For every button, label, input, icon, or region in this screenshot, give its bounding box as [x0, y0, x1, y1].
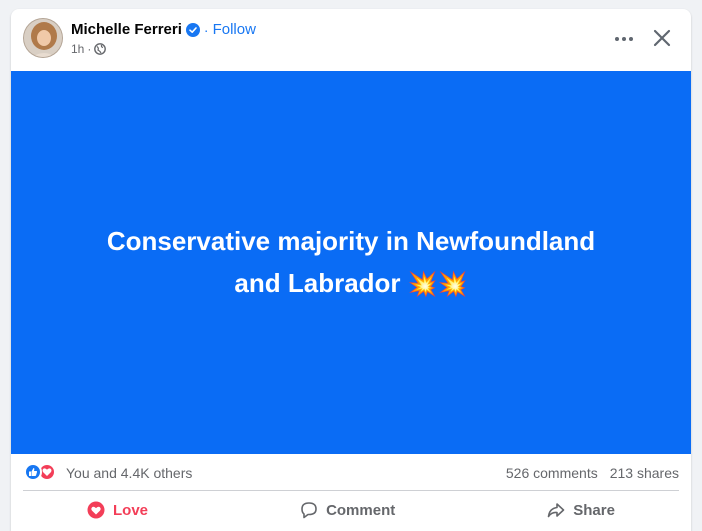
comments-count[interactable]: 526 comments: [506, 465, 598, 481]
avatar-image: [24, 19, 62, 57]
post-card: Michelle Ferreri · Follow 1h · Conservat…: [11, 9, 691, 531]
like-reaction-icon: [24, 463, 42, 481]
post-actions-bar: Love Comment Share: [11, 493, 691, 527]
reaction-summary-bar: You and 4.4K others 526 comments 213 sha…: [11, 454, 691, 490]
post-meta: 1h ·: [71, 42, 107, 56]
follow-separator: ·: [203, 21, 209, 38]
post-text-background[interactable]: Conservative majority in Newfoundland an…: [11, 71, 691, 454]
globe-icon[interactable]: [94, 43, 107, 55]
share-icon: [547, 503, 565, 518]
more-options-icon[interactable]: [609, 27, 639, 51]
share-button[interactable]: Share: [525, 495, 637, 525]
engagement-counts: 526 comments 213 shares: [506, 465, 679, 481]
follow-button[interactable]: Follow: [213, 21, 256, 38]
comment-label: Comment: [326, 501, 396, 519]
author-name[interactable]: Michelle Ferreri: [71, 21, 182, 38]
comment-icon: [301, 502, 317, 519]
love-label: Love: [113, 501, 149, 519]
close-icon[interactable]: [649, 25, 675, 51]
author-row: Michelle Ferreri · Follow: [71, 21, 256, 38]
reaction-icons[interactable]: [24, 463, 64, 483]
collision-emoji: 💥💥: [407, 270, 468, 298]
reaction-summary-text[interactable]: You and 4.4K others: [66, 465, 192, 481]
post-text-line2-row: and Labrador 💥💥: [51, 262, 651, 306]
author-avatar[interactable]: [23, 18, 63, 58]
actions-divider: [23, 490, 679, 491]
heart-icon: [87, 501, 105, 519]
comment-button[interactable]: Comment: [278, 495, 417, 525]
love-button[interactable]: Love: [65, 495, 170, 525]
post-timestamp[interactable]: 1h: [71, 42, 84, 56]
post-header: Michelle Ferreri · Follow 1h ·: [11, 9, 691, 71]
share-label: Share: [573, 501, 615, 519]
post-text: Conservative majority in Newfoundland an…: [51, 220, 651, 306]
post-text-line2: and Labrador: [234, 267, 401, 298]
post-text-line1: Conservative majority in Newfoundland: [106, 225, 596, 256]
meta-separator: ·: [87, 42, 92, 56]
shares-count[interactable]: 213 shares: [610, 465, 679, 481]
verified-badge-icon: [185, 22, 200, 37]
